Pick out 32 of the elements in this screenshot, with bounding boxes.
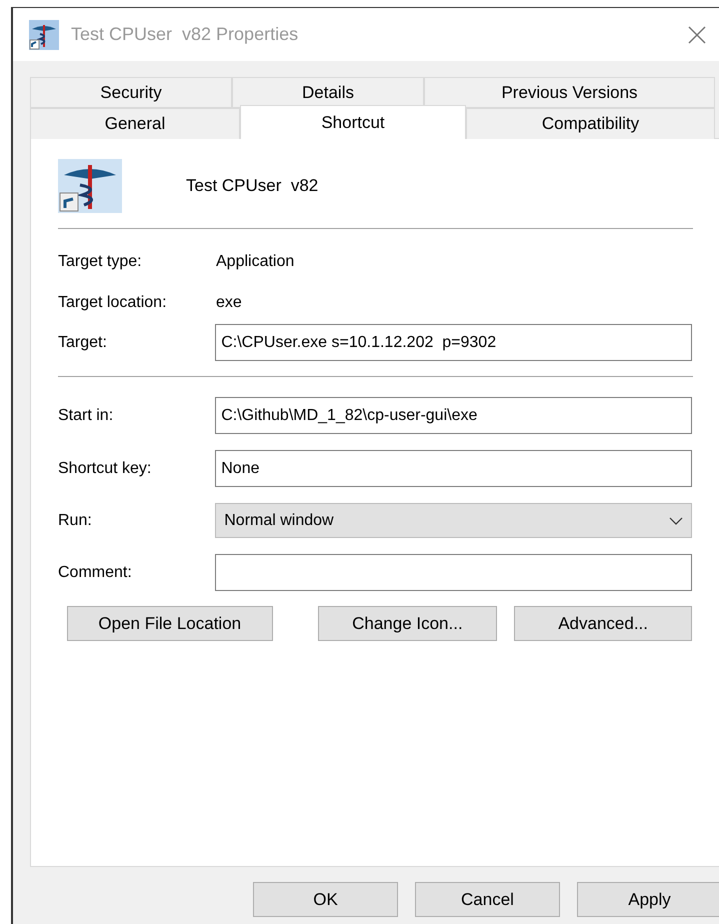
property-value: exe xyxy=(216,292,242,312)
field-label: Comment: xyxy=(58,562,133,582)
property-label: Target type: xyxy=(58,252,143,272)
app-icon xyxy=(29,20,59,50)
input-field[interactable]: C:\Github\MD_1_82\cp-user-gui\exe xyxy=(215,397,692,434)
target-field[interactable]: C:\CPUser.exe s=10.1.12.202 p=9302 xyxy=(215,324,692,361)
close-icon[interactable] xyxy=(687,24,707,44)
action-button[interactable]: Change Icon... xyxy=(318,606,498,641)
tab[interactable]: Details xyxy=(232,77,424,108)
tab[interactable]: Security xyxy=(30,77,232,108)
chevron-down-icon xyxy=(669,516,683,524)
tab[interactable]: General xyxy=(30,108,240,139)
action-button[interactable]: Advanced... xyxy=(514,606,692,641)
window-title: Test CPUser v82 Properties xyxy=(71,23,300,46)
field-label: Target: xyxy=(58,332,108,352)
property-value: Application xyxy=(216,252,294,272)
shortcut-icon xyxy=(58,159,122,213)
dialog-button[interactable]: OK xyxy=(253,882,398,917)
tab[interactable]: Compatibility xyxy=(466,108,715,139)
dialog-button[interactable]: Apply xyxy=(577,882,719,917)
tab[interactable]: Shortcut xyxy=(240,105,466,139)
input-field[interactable]: None xyxy=(215,450,692,487)
field-label: Start in: xyxy=(58,406,114,426)
dialog-button[interactable]: Cancel xyxy=(415,882,560,917)
run-dropdown[interactable]: Normal window xyxy=(215,503,692,538)
tab[interactable]: Previous Versions xyxy=(424,77,715,108)
field-label: Shortcut key: xyxy=(58,458,152,478)
input-field[interactable] xyxy=(215,554,692,591)
shortcut-name: Test CPUser v82 xyxy=(186,175,318,198)
field-label: Run: xyxy=(58,510,93,530)
property-label: Target location: xyxy=(58,292,168,312)
action-button[interactable]: Open File Location xyxy=(67,606,273,641)
